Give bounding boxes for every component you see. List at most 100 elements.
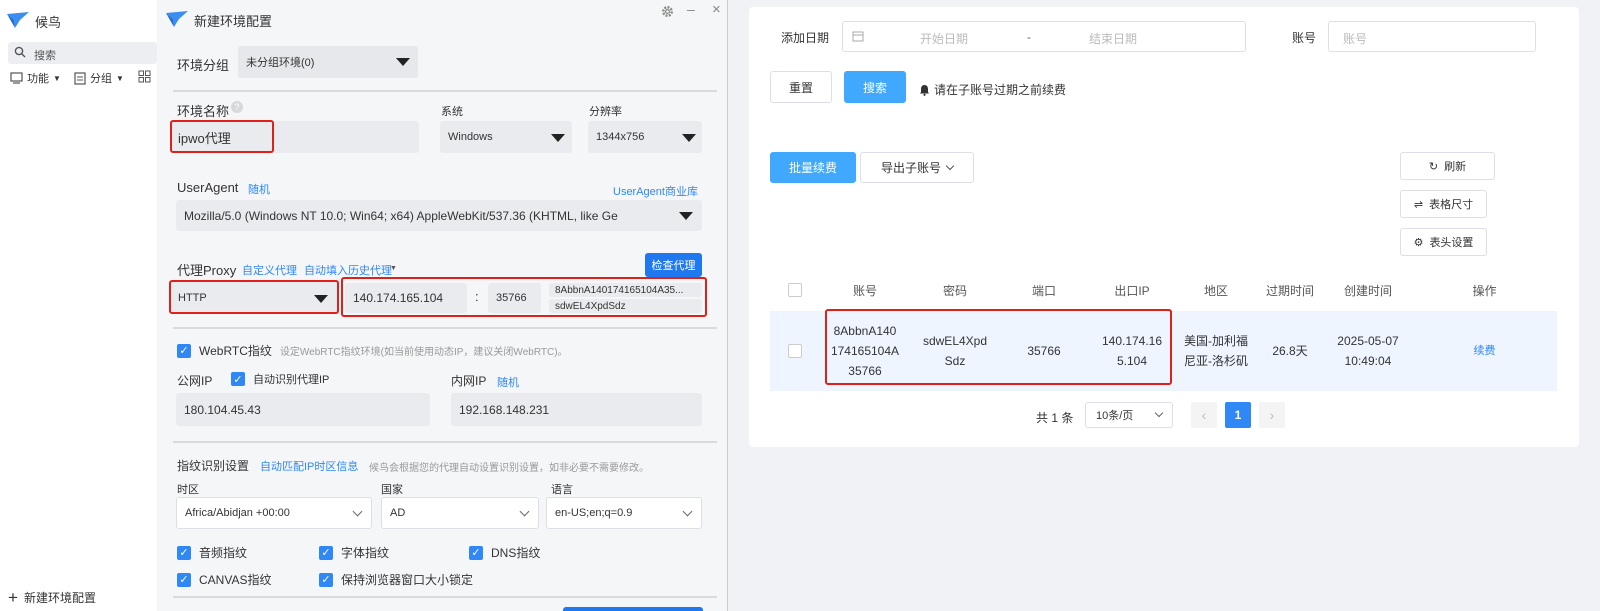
settings-gear-icon[interactable]: [660, 4, 675, 22]
proxy-history-link[interactable]: 自动填入历史代理: [304, 262, 392, 278]
account-filter-input[interactable]: 账号: [1328, 21, 1536, 52]
webrtc-toggle[interactable]: ✓ WebRTC指纹 设定WebRTC指纹环境(如当前使用动态IP，建议关闭We…: [177, 342, 568, 359]
webrtc-label: WebRTC指纹: [199, 344, 272, 358]
dropdown-triangle-icon: [679, 212, 693, 220]
chevron-down-icon: [945, 161, 955, 171]
fingerprint-auto-link[interactable]: 自动匹配IP时区信息: [260, 458, 358, 474]
column-password: 密码: [942, 283, 967, 298]
checkbox-icon: [788, 283, 802, 297]
table-header: 账号 密码 端口 出口IP 地区 过期时间 创建时间 操作: [770, 269, 1557, 311]
chevron-down-icon: [519, 506, 530, 517]
function-menu[interactable]: 功能 ▼: [10, 70, 61, 86]
help-icon[interactable]: ?: [231, 101, 243, 113]
auto-ip-label: 自动识别代理IP: [253, 374, 330, 386]
highlight-proxy-credentials: [341, 277, 707, 317]
cell-region-line: 美国-加利福: [1184, 334, 1248, 348]
close-icon[interactable]: ×: [712, 1, 721, 18]
checkbox-checked-icon: ✓: [177, 343, 191, 358]
language-select[interactable]: en-US;en;q=0.9: [546, 497, 702, 529]
checkbox-checked-icon: ✓: [231, 372, 245, 386]
plus-icon: +: [8, 587, 18, 607]
fingerprint-label: 指纹识别设置: [177, 459, 250, 473]
webrtc-hint: 设定WebRTC指纹环境(如当前使用动态IP，建议关闭WebRTC)。: [279, 347, 568, 358]
refresh-button[interactable]: ↻ 刷新: [1400, 152, 1495, 180]
useragent-select[interactable]: Mozilla/5.0 (Windows NT 10.0; Win64; x64…: [176, 200, 702, 231]
proxy-label: 代理Proxy: [177, 263, 237, 278]
divider: [173, 441, 717, 443]
env-group-value: 未分组环境(0): [246, 57, 315, 69]
sliders-icon: ⇌: [1413, 198, 1424, 211]
lan-ip-label: 内网IP: [451, 374, 487, 388]
reset-button[interactable]: 重置: [770, 71, 832, 103]
search-icon: [14, 46, 26, 61]
env-group-select[interactable]: 未分组环境(0): [238, 46, 418, 78]
useragent-store-link[interactable]: UserAgent商业库: [613, 183, 698, 199]
header-settings-button[interactable]: ⚙ 表头设置: [1400, 228, 1487, 256]
dropdown-triangle-icon: [682, 134, 696, 142]
search-input[interactable]: 搜索: [8, 42, 157, 64]
select-all-checkbox[interactable]: [770, 269, 820, 311]
timezone-select[interactable]: Africa/Abidjan +00:00: [176, 497, 372, 529]
public-ip-label: 公网IP: [177, 374, 213, 388]
checkbox-checked-icon: ✓: [469, 545, 483, 560]
font-fingerprint-label: 字体指纹: [341, 546, 390, 560]
lan-ip-random-link[interactable]: 随机: [497, 374, 519, 390]
checkbox-checked-icon: ✓: [177, 545, 191, 560]
resolution-select[interactable]: 1344x756: [588, 121, 702, 153]
calendar-icon: [852, 30, 864, 45]
lan-ip-input[interactable]: 192.168.148.231: [451, 393, 702, 426]
check-proxy-button[interactable]: 检查代理: [645, 253, 702, 277]
useragent-random-link[interactable]: 随机: [248, 181, 270, 197]
column-created: 创建时间: [1343, 283, 1392, 298]
cell-region: 美国-加利福 尼亚-洛杉矶: [1176, 311, 1256, 391]
audio-fingerprint-check[interactable]: ✓ 音频指纹: [177, 544, 247, 561]
group-label: 分组: [90, 73, 112, 85]
start-date-placeholder[interactable]: 开始日期: [920, 30, 968, 47]
next-page-button[interactable]: ›: [1259, 402, 1285, 428]
public-ip-input[interactable]: 180.104.45.43: [176, 393, 430, 426]
date-range-picker[interactable]: 开始日期 - 结束日期: [842, 21, 1246, 52]
system-select[interactable]: Windows: [440, 121, 572, 153]
row-checkbox[interactable]: [770, 311, 820, 391]
canvas-fingerprint-check[interactable]: ✓ CANVAS指纹: [177, 571, 271, 588]
cell-region-line: 尼亚-洛杉矶: [1184, 354, 1248, 368]
timezone-value: Africa/Abidjan +00:00: [185, 507, 290, 519]
page-1-button[interactable]: 1: [1225, 402, 1251, 428]
export-sub-account-button[interactable]: 导出子账号: [860, 152, 974, 183]
column-action: 操作: [1472, 283, 1497, 298]
auto-ip-toggle[interactable]: ✓ 自动识别代理IP: [231, 371, 329, 387]
page-size-select[interactable]: 10条/页: [1085, 402, 1173, 428]
refresh-label: 刷新: [1444, 161, 1467, 173]
renew-link[interactable]: 续费: [1412, 311, 1557, 391]
group-menu[interactable]: 分组 ▼: [74, 70, 124, 86]
new-env-button[interactable]: + 新建环境配置: [8, 589, 96, 606]
app-name: 候鸟: [35, 15, 62, 30]
new-env-dialog: 新建环境配置 – × 环境分组 未分组环境(0) 环境名称 ? ipwo代理 系…: [157, 0, 728, 611]
column-region: 地区: [1203, 283, 1228, 298]
country-select[interactable]: AD: [381, 497, 539, 529]
cell-created-line: 2025-05-07: [1337, 334, 1399, 348]
total-count: 共 1 条: [1036, 411, 1074, 425]
divider: [173, 327, 717, 329]
font-fingerprint-check[interactable]: ✓ 字体指纹: [319, 544, 389, 561]
dropdown-triangle-icon: [551, 134, 565, 142]
bird-logo-icon: [6, 11, 30, 32]
country-value: AD: [390, 507, 406, 519]
renew-notice: 请在子账号过期之前续费: [919, 81, 1066, 98]
save-button-edge[interactable]: [563, 607, 703, 611]
grid-view-icon[interactable]: [138, 70, 151, 86]
header-settings-label: 表头设置: [1429, 237, 1474, 249]
dns-fingerprint-check[interactable]: ✓ DNS指纹: [469, 544, 540, 561]
document-icon: [74, 71, 86, 85]
search-button[interactable]: 搜索: [844, 71, 906, 103]
batch-renew-button[interactable]: 批量续费: [770, 152, 856, 183]
proxy-custom-link[interactable]: 自定义代理: [242, 262, 297, 278]
checkbox-checked-icon: ✓: [177, 572, 191, 587]
minimize-icon[interactable]: –: [687, 1, 695, 17]
prev-page-button[interactable]: ‹: [1191, 402, 1217, 428]
lock-window-size-check[interactable]: ✓ 保持浏览器窗口大小锁定: [319, 571, 473, 588]
caret-down-icon: ▼: [390, 265, 397, 272]
end-date-placeholder[interactable]: 结束日期: [1089, 30, 1137, 47]
table-size-button[interactable]: ⇌ 表格尺寸: [1400, 190, 1487, 218]
checkbox-checked-icon: ✓: [319, 545, 333, 560]
